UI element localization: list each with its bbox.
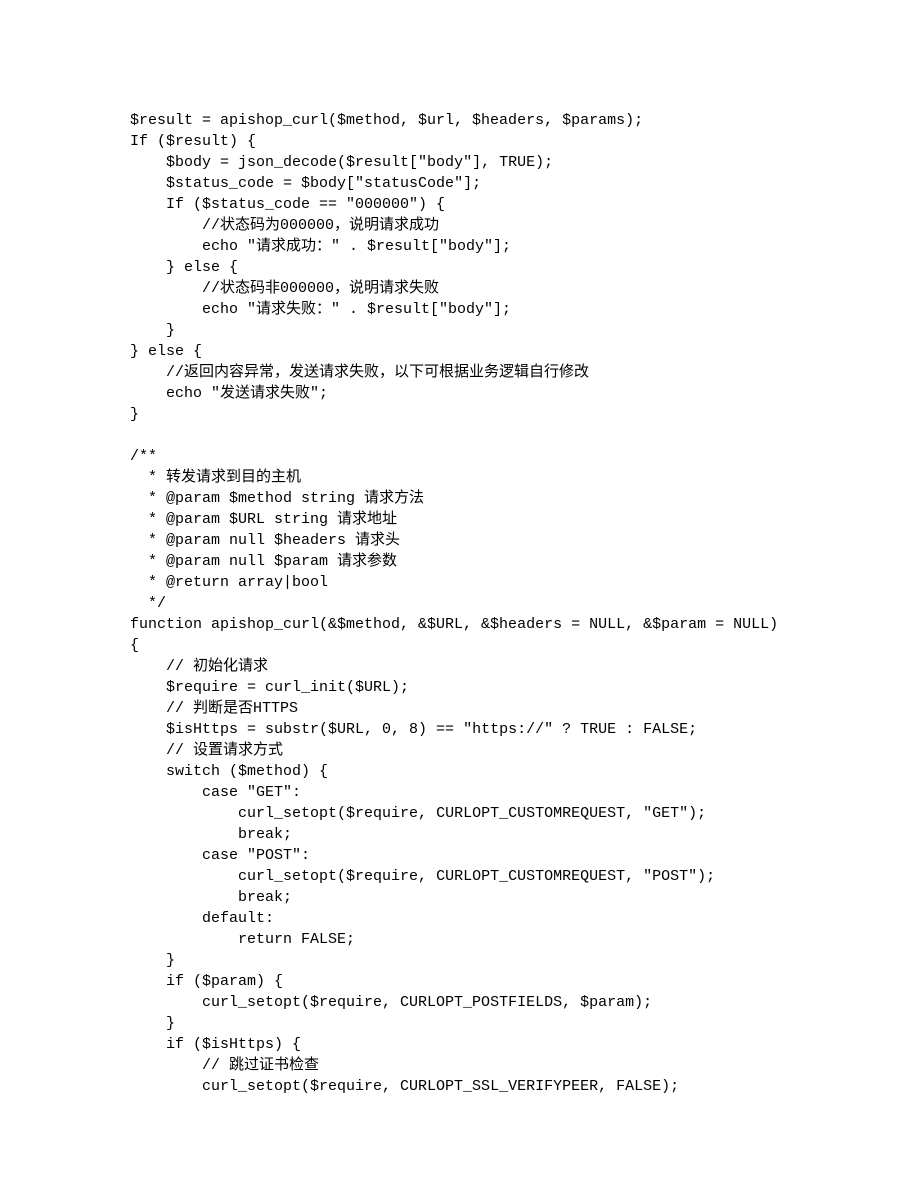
- document-page: $result = apishop_curl($method, $url, $h…: [0, 0, 920, 1191]
- code-block: $result = apishop_curl($method, $url, $h…: [130, 110, 790, 1097]
